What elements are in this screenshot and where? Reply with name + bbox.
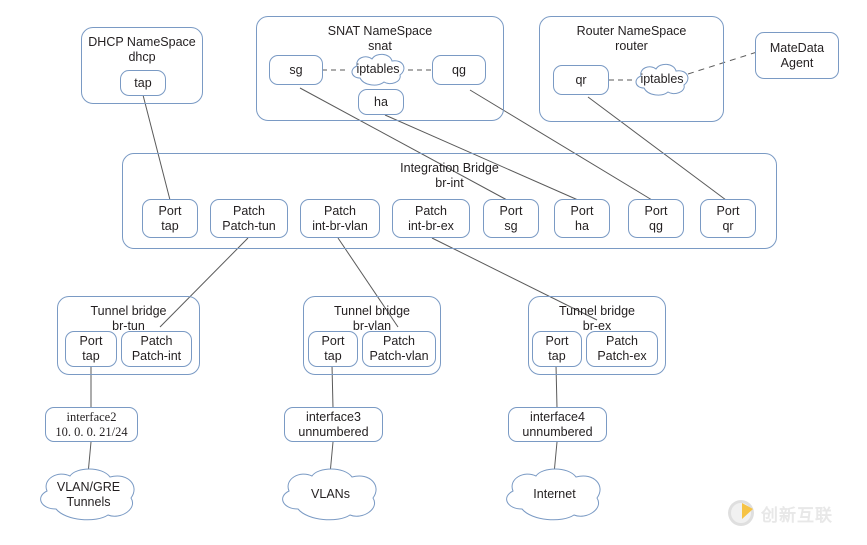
int-port-sg-line1: Port	[499, 203, 523, 218]
interface3-address: unnumbered	[298, 424, 369, 439]
br-tun-title: Tunnel bridge	[90, 304, 167, 318]
br-ex-port-tap-line2: tap	[548, 349, 566, 363]
dhcp-tap-box[interactable]: tap	[120, 70, 166, 96]
int-patch-br-vlan-line2: int-br-vlan	[312, 218, 368, 233]
int-patch-tun[interactable]: Patch Patch-tun	[210, 199, 288, 238]
br-tun-patch-int-line2: Patch-int	[131, 349, 182, 363]
int-port-ha-line1: Port	[570, 203, 594, 218]
br-vlan-patch-line1: Patch	[383, 334, 415, 349]
int-patch-br-vlan-line1: Patch	[324, 203, 356, 218]
interface2-name: interface2	[66, 409, 117, 424]
interface2-address: 10. 0. 0. 21/24	[55, 424, 128, 439]
interface3-box[interactable]: interface3 unnumbered	[284, 407, 383, 442]
br-vlan-port-tap-line2: tap	[324, 349, 342, 363]
br-ex-patch[interactable]: Patch Patch-ex	[586, 331, 658, 367]
int-port-qg[interactable]: Port qg	[628, 199, 684, 238]
router-iptables-cloud[interactable]: iptables	[630, 62, 694, 98]
vlan-gre-tunnels-cloud[interactable]: VLAN/GRE Tunnels	[32, 468, 145, 522]
snat-sg-box[interactable]: sg	[269, 55, 323, 85]
interface4-address: unnumbered	[522, 424, 593, 439]
br-tun-patch-int[interactable]: Patch Patch-int	[121, 331, 192, 367]
watermark-text: 创新互联	[761, 505, 833, 525]
br-vlan-port-tap[interactable]: Port tap	[308, 331, 358, 367]
br-tun-port-tap[interactable]: Port tap	[65, 331, 117, 367]
br-vlan-patch[interactable]: Patch Patch-vlan	[362, 331, 436, 367]
br-ex-patch-line1: Patch	[606, 334, 638, 349]
int-port-sg[interactable]: Port sg	[483, 199, 539, 238]
int-patch-br-ex-line1: Patch	[415, 203, 447, 218]
snat-namespace-title: SNAT NameSpace	[327, 24, 433, 38]
int-port-ha[interactable]: Port ha	[554, 199, 610, 238]
int-port-tap[interactable]: Port tap	[142, 199, 198, 238]
br-ex-patch-line2: Patch-ex	[597, 349, 647, 363]
dhcp-namespace-subtitle: dhcp	[128, 49, 156, 64]
vlans-cloud[interactable]: VLANs	[274, 468, 387, 522]
br-ex-port-tap-line1: Port	[545, 334, 569, 349]
matedata-agent-line2: Agent	[780, 55, 814, 70]
int-port-qg-line2: qg	[649, 218, 663, 233]
int-port-sg-line2: sg	[504, 218, 518, 233]
router-qr-box[interactable]: qr	[553, 65, 609, 95]
internet-cloud[interactable]: Internet	[498, 468, 611, 522]
matedata-agent-line1: MateData	[769, 40, 825, 55]
br-tun-patch-int-line1: Patch	[140, 334, 173, 349]
int-port-tap-line2: tap	[161, 218, 179, 233]
br-ex-title: Tunnel bridge	[559, 304, 635, 318]
int-port-qr-line1: Port	[716, 203, 740, 218]
snat-ha-box[interactable]: ha	[358, 89, 404, 115]
diagram-canvas: DHCP NameSpace dhcp tap SNAT NameSpace s…	[0, 0, 867, 545]
router-qr-label: qr	[575, 72, 587, 87]
br-ex-port-tap[interactable]: Port tap	[532, 331, 582, 367]
circle-c-logo-icon	[728, 500, 754, 526]
int-port-qr-line2: qr	[722, 218, 734, 233]
int-port-ha-line2: ha	[575, 218, 589, 233]
watermark: 创新互联	[728, 500, 833, 526]
int-port-qg-line1: Port	[644, 203, 668, 218]
br-tun-port-tap-line1: Port	[79, 334, 103, 349]
interface4-name: interface4	[530, 409, 585, 424]
int-patch-tun-line1: Patch	[233, 203, 265, 218]
snat-ha-label: ha	[374, 94, 388, 109]
interface2-box[interactable]: interface2 10. 0. 0. 21/24	[45, 407, 138, 442]
snat-qg-label: qg	[452, 62, 466, 77]
int-patch-tun-line2: Patch-tun	[222, 218, 276, 233]
snat-qg-box[interactable]: qg	[432, 55, 486, 85]
br-vlan-title: Tunnel bridge	[334, 304, 410, 318]
dhcp-namespace-title: DHCP NameSpace	[88, 35, 196, 49]
int-port-qr[interactable]: Port qr	[700, 199, 756, 238]
matedata-agent-box[interactable]: MateData Agent	[755, 32, 839, 79]
int-patch-br-ex[interactable]: Patch int-br-ex	[392, 199, 470, 238]
int-port-tap-line1: Port	[158, 203, 182, 218]
router-namespace-subtitle: router	[615, 38, 648, 53]
int-patch-br-vlan[interactable]: Patch int-br-vlan	[300, 199, 380, 238]
router-namespace-title: Router NameSpace	[576, 24, 687, 38]
int-patch-br-ex-line2: int-br-ex	[408, 218, 454, 233]
br-tun-port-tap-line2: tap	[82, 349, 100, 363]
snat-iptables-cloud[interactable]: iptables	[346, 52, 410, 88]
dhcp-tap-label: tap	[134, 75, 152, 90]
br-vlan-port-tap-line1: Port	[321, 334, 345, 349]
br-vlan-patch-line2: Patch-vlan	[369, 349, 429, 363]
interface3-name: interface3	[306, 409, 361, 424]
interface4-box[interactable]: interface4 unnumbered	[508, 407, 607, 442]
integration-bridge-title: Integration Bridge	[400, 161, 499, 175]
integration-bridge-subtitle: br-int	[435, 175, 464, 190]
snat-sg-label: sg	[289, 62, 303, 77]
